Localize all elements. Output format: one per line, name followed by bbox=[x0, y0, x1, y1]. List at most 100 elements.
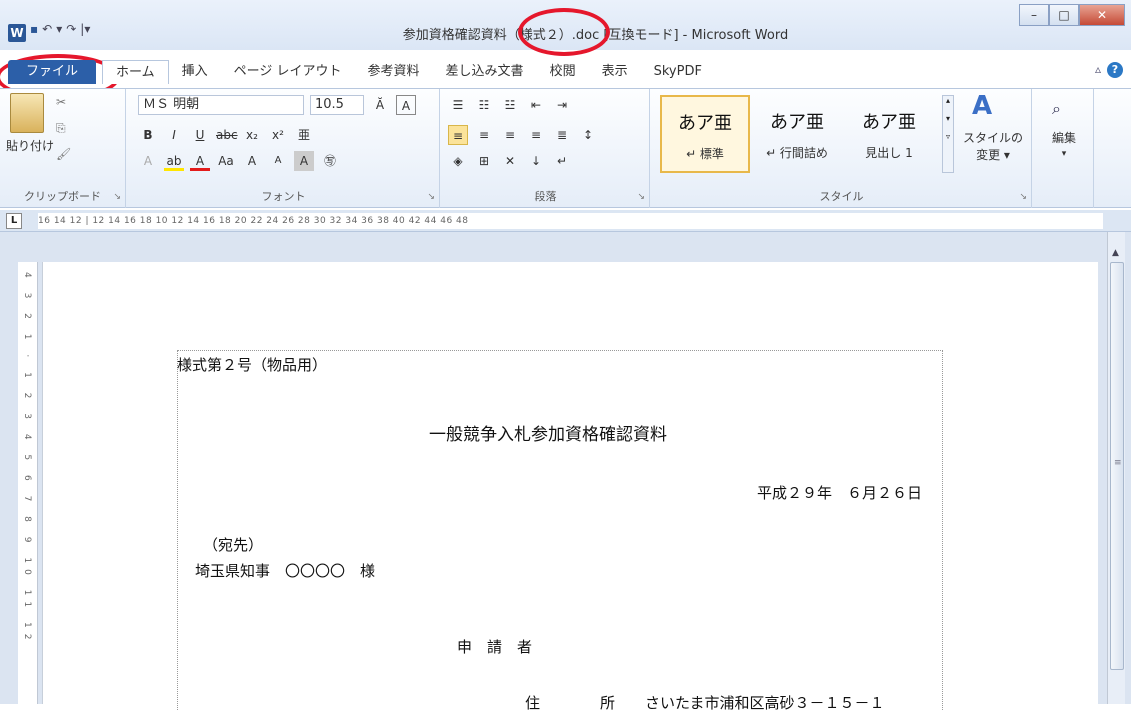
enclose-characters-icon[interactable]: ㊢ bbox=[320, 151, 340, 171]
font-color-icon[interactable]: A bbox=[190, 151, 210, 171]
font-name-combo[interactable]: ＭＳ 明朝 bbox=[138, 95, 304, 115]
distributed-icon[interactable]: ≣ bbox=[552, 125, 572, 145]
horizontal-ruler: L 16 14 12 | 12 14 16 18 10 12 14 16 18 … bbox=[0, 210, 1131, 232]
ribbon-tabs: ファイル ホーム 挿入 ページ レイアウト 参考資料 差し込み文書 校閲 表示 … bbox=[0, 56, 1131, 88]
text-boundary bbox=[177, 350, 943, 710]
font-launcher-icon[interactable]: ↘ bbox=[427, 192, 435, 202]
tab-selector-icon[interactable]: L bbox=[6, 213, 22, 229]
format-painter-icon[interactable]: 🖌 bbox=[56, 147, 71, 161]
vertical-scrollbar[interactable]: ▲ ≡ bbox=[1107, 232, 1125, 704]
subscript-button[interactable]: x₂ bbox=[242, 125, 262, 145]
clipboard-group-label: クリップボード bbox=[24, 190, 101, 203]
shrink-font-button[interactable]: A bbox=[268, 151, 288, 171]
vertical-ruler[interactable]: 4 3 2 1 · 1 2 3 4 5 6 7 8 9 10 11 12 bbox=[18, 262, 38, 704]
increase-indent-icon[interactable]: ⇥ bbox=[552, 95, 572, 115]
styles-launcher-icon[interactable]: ↘ bbox=[1019, 192, 1027, 202]
tab-insert[interactable]: 挿入 bbox=[169, 60, 221, 84]
tab-home[interactable]: ホーム bbox=[102, 60, 169, 84]
ruler-marks[interactable]: 16 14 12 | 12 14 16 18 10 12 14 16 18 20… bbox=[38, 213, 1103, 229]
shading-icon[interactable]: ◈ bbox=[448, 151, 468, 171]
phonetic-guide-icon[interactable]: 亜 bbox=[294, 125, 314, 145]
align-right-icon[interactable]: ≡ bbox=[500, 125, 520, 145]
change-styles-icon[interactable]: A bbox=[972, 91, 992, 121]
styles-group: あア亜 ↵ 標準 あア亜 ↵ 行間詰め あア亜 見出し 1 ▴ ▾ ▿ A スタイル… bbox=[652, 89, 1032, 208]
align-left-icon[interactable]: ≡ bbox=[448, 125, 468, 145]
doc-addressee-label[interactable]: （宛先） bbox=[203, 534, 263, 555]
italic-button[interactable]: I bbox=[164, 125, 184, 145]
styles-gallery-scroll[interactable]: ▴ ▾ ▿ bbox=[942, 95, 954, 173]
highlight-icon[interactable]: ab bbox=[164, 151, 184, 171]
justify-icon[interactable]: ≡ bbox=[526, 125, 546, 145]
asian-layout-icon[interactable]: ✕ bbox=[500, 151, 520, 171]
doc-addressee[interactable]: 埼玉県知事 〇〇〇〇 様 bbox=[195, 560, 375, 581]
scroll-up-icon[interactable]: ▲ bbox=[1112, 248, 1119, 258]
paste-icon[interactable] bbox=[10, 93, 44, 133]
style-no-spacing-sample: あア亜 bbox=[770, 112, 824, 133]
bullets-icon[interactable]: ☰ bbox=[448, 95, 468, 115]
superscript-button[interactable]: x² bbox=[268, 125, 288, 145]
highlight-circle-doc-extension bbox=[518, 8, 610, 56]
editing-button-label[interactable]: 編集 bbox=[1042, 129, 1086, 146]
document-page[interactable]: 様式第２号（物品用） 一般競争入札参加資格確認資料 平成２９年 ６月２６日 （宛… bbox=[42, 262, 1098, 712]
paragraph-launcher-icon[interactable]: ↘ bbox=[637, 192, 645, 202]
text-effects-icon[interactable]: A bbox=[138, 151, 158, 171]
tab-skypdf[interactable]: SkyPDF bbox=[641, 60, 715, 84]
doc-form-number[interactable]: 様式第２号（物品用） bbox=[177, 354, 327, 375]
minimize-ribbon-icon[interactable]: ▵ bbox=[1095, 62, 1101, 76]
copy-icon[interactable]: ⎘ bbox=[56, 121, 66, 136]
show-hide-marks-icon[interactable]: ↵ bbox=[552, 151, 572, 171]
tab-review[interactable]: 校閲 bbox=[537, 60, 589, 84]
tab-page-layout[interactable]: ページ レイアウト bbox=[221, 60, 355, 84]
editing-group: ⌕ 編集 ▾ bbox=[1034, 89, 1094, 208]
character-border-icon[interactable]: A bbox=[396, 95, 416, 115]
grow-font-icon[interactable]: Ă bbox=[370, 95, 390, 115]
clipboard-launcher-icon[interactable]: ↘ bbox=[113, 192, 121, 202]
scroll-thumb[interactable]: ≡ bbox=[1110, 262, 1124, 670]
help-icon[interactable]: ? bbox=[1107, 62, 1123, 78]
grow-font-button[interactable]: A bbox=[242, 151, 262, 171]
vertical-ruler-marks: 4 3 2 1 · 1 2 3 4 5 6 7 8 9 10 11 12 bbox=[22, 272, 32, 646]
character-shading-icon[interactable]: A bbox=[294, 151, 314, 171]
style-normal-name: ↵ 標準 bbox=[686, 147, 724, 161]
clipboard-group: 貼り付け ✂ ⎘ 🖌 クリップボード ↘ bbox=[0, 89, 126, 208]
align-center-icon[interactable]: ≡ bbox=[474, 125, 494, 145]
ribbon: 貼り付け ✂ ⎘ 🖌 クリップボード ↘ ＭＳ 明朝 10.5 Ă A B I … bbox=[0, 88, 1131, 208]
doc-address[interactable]: 住 所 さいたま市浦和区高砂３－１５－１ bbox=[525, 692, 885, 713]
numbering-icon[interactable]: ☷ bbox=[474, 95, 494, 115]
style-heading-1[interactable]: あア亜 見出し 1 bbox=[844, 95, 934, 173]
doc-title[interactable]: 一般競争入札参加資格確認資料 bbox=[429, 420, 667, 445]
style-heading-1-name: 見出し 1 bbox=[865, 146, 913, 160]
cut-icon[interactable]: ✂ bbox=[56, 95, 66, 109]
style-heading-1-sample: あア亜 bbox=[862, 112, 916, 133]
line-spacing-icon[interactable]: ↕ bbox=[578, 125, 598, 145]
paste-button-label[interactable]: 貼り付け bbox=[6, 137, 54, 154]
decrease-indent-icon[interactable]: ⇤ bbox=[526, 95, 546, 115]
paragraph-group-label: 段落 bbox=[534, 190, 557, 203]
font-group-label: フォント bbox=[261, 190, 306, 203]
doc-date[interactable]: 平成２９年 ６月２６日 bbox=[757, 482, 922, 503]
change-styles-button-label[interactable]: スタイルの 変更 ▾ bbox=[958, 129, 1028, 163]
tab-mailings[interactable]: 差し込み文書 bbox=[433, 60, 537, 84]
underline-button[interactable]: U bbox=[190, 125, 210, 145]
maximize-button[interactable]: □ bbox=[1049, 4, 1079, 26]
minimize-button[interactable]: – bbox=[1019, 4, 1049, 26]
binoculars-icon[interactable]: ⌕ bbox=[1052, 99, 1061, 119]
strikethrough-button[interactable]: abc bbox=[216, 125, 238, 145]
style-no-spacing[interactable]: あア亜 ↵ 行間詰め bbox=[752, 95, 842, 173]
font-group: ＭＳ 明朝 10.5 Ă A B I U abc x₂ x² 亜 A ab A … bbox=[128, 89, 440, 208]
styles-group-label: スタイル bbox=[819, 190, 864, 203]
borders-icon[interactable]: ⊞ bbox=[474, 151, 494, 171]
editing-dropdown-icon[interactable]: ▾ bbox=[1042, 149, 1086, 159]
style-no-spacing-name: ↵ 行間詰め bbox=[766, 146, 828, 160]
style-normal[interactable]: あア亜 ↵ 標準 bbox=[660, 95, 750, 173]
sort-icon[interactable]: ↓ bbox=[526, 151, 546, 171]
change-case-button[interactable]: Aa bbox=[216, 151, 236, 171]
multilevel-list-icon[interactable]: ☳ bbox=[500, 95, 520, 115]
tab-references[interactable]: 参考資料 bbox=[355, 60, 433, 84]
tab-view[interactable]: 表示 bbox=[589, 60, 641, 84]
tab-file[interactable]: ファイル bbox=[8, 60, 97, 84]
bold-button[interactable]: B bbox=[138, 125, 158, 145]
font-size-combo[interactable]: 10.5 bbox=[310, 95, 364, 115]
doc-applicant[interactable]: 申 請 者 bbox=[457, 636, 532, 657]
close-button[interactable]: ✕ bbox=[1079, 4, 1125, 26]
